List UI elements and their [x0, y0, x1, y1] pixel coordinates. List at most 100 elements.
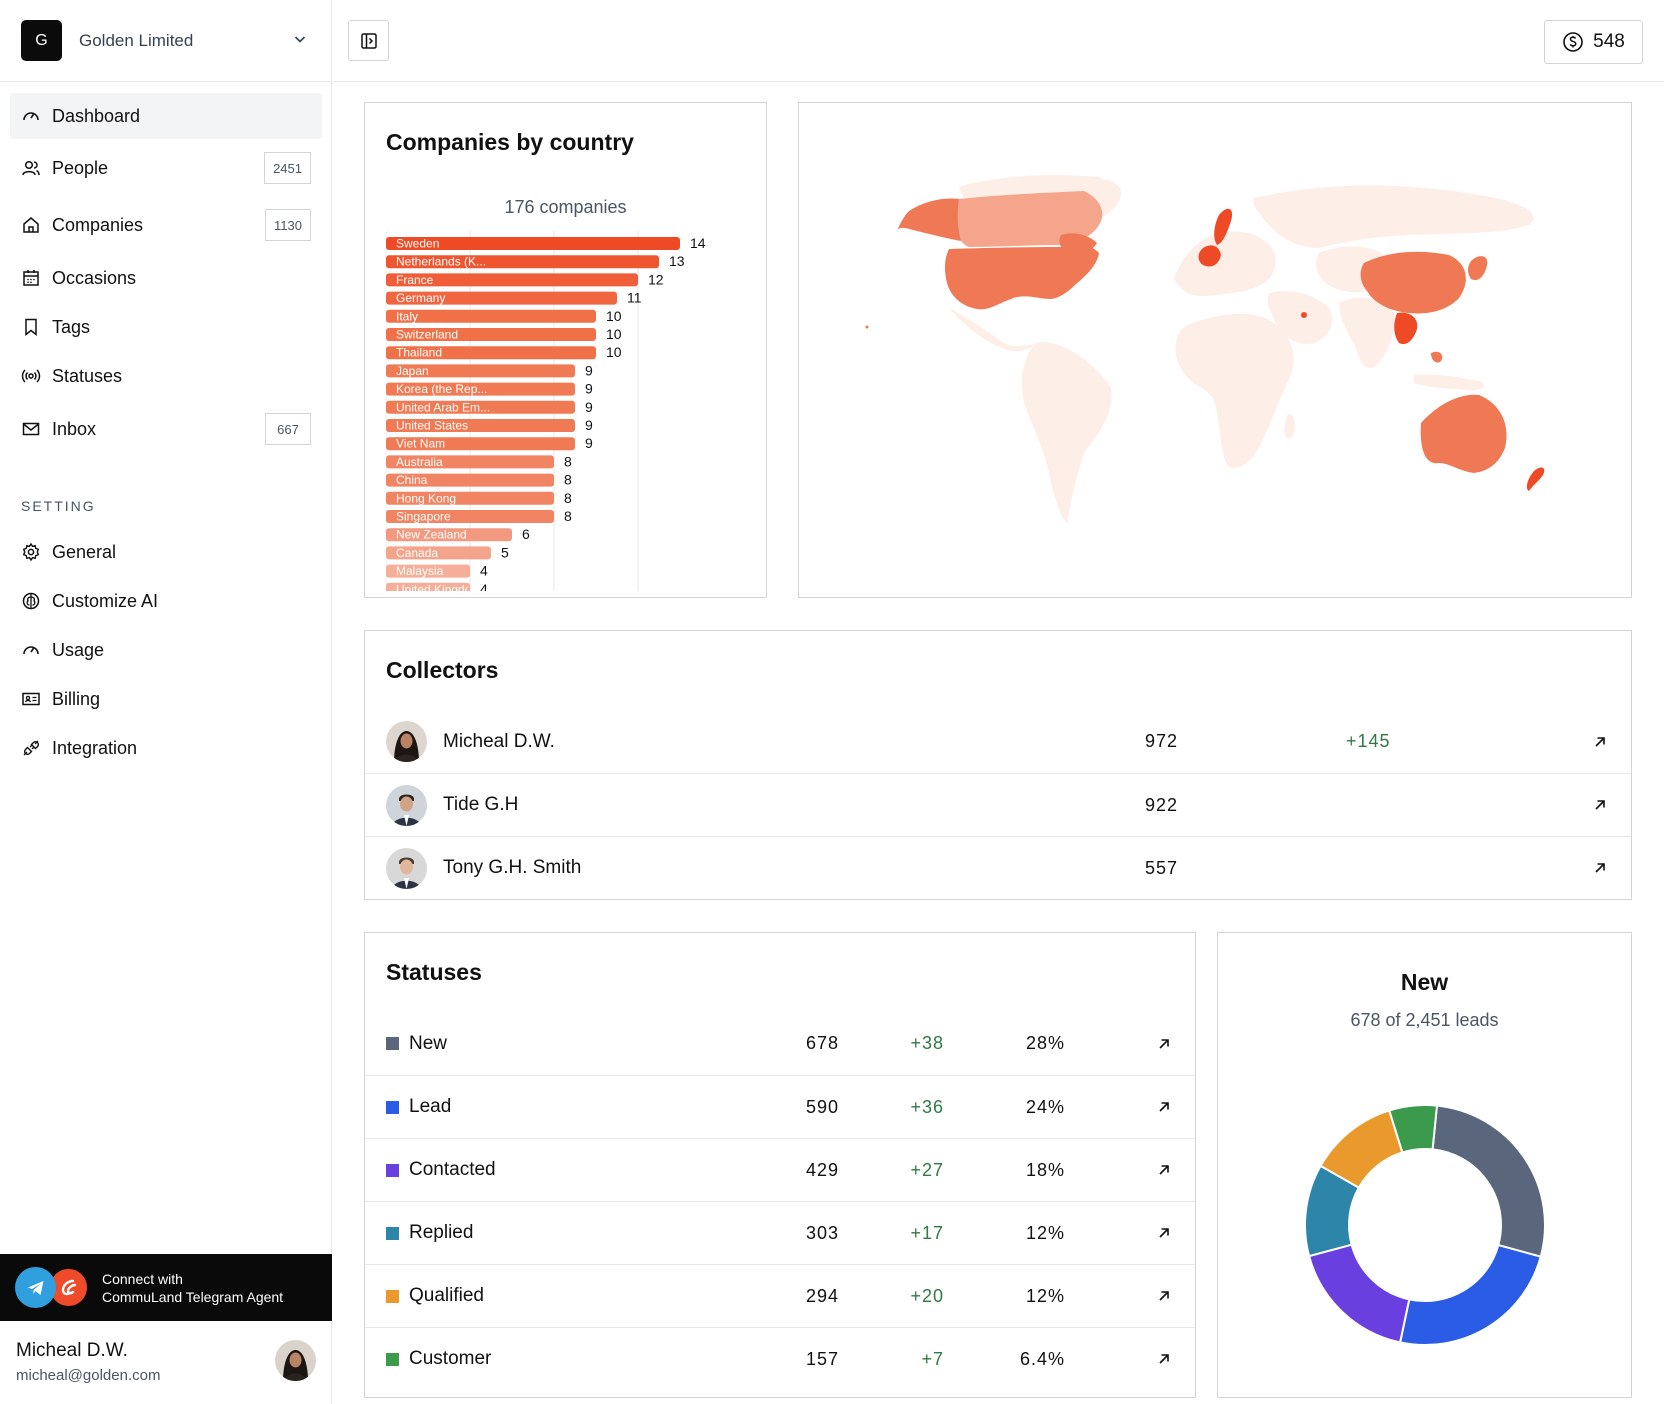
map-korea-japan[interactable]: [1468, 256, 1488, 281]
bar-label: Hong Kong: [396, 491, 456, 505]
status-row-customer[interactable]: Customer 157 +7 6.4%: [365, 1327, 1195, 1390]
status-name: Replied: [409, 1222, 474, 1243]
status-value: 303: [805, 1222, 839, 1243]
arrow-up-right-icon[interactable]: [1156, 1351, 1172, 1367]
collector-row[interactable]: Micheal D.W. 972 +145: [365, 710, 1631, 773]
bar-label: China: [396, 473, 428, 487]
status-percent: 12%: [1025, 1285, 1065, 1306]
telegram-icon: [15, 1267, 56, 1308]
status-row-qualified[interactable]: Qualified 294 +20 12%: [365, 1264, 1195, 1327]
map-southeast-asia[interactable]: [1394, 312, 1418, 345]
status-row-lead[interactable]: Lead 590 +36 24%: [365, 1075, 1195, 1138]
status-delta: +7: [921, 1348, 944, 1369]
nav-item-customize-ai[interactable]: Customize AI: [10, 578, 322, 624]
donut-slice-contacted[interactable]: [1307, 1243, 1411, 1344]
donut-slice-lead[interactable]: [1398, 1243, 1542, 1346]
status-color-swatch: [386, 1100, 399, 1114]
nav-item-companies[interactable]: Companies 1130: [10, 202, 322, 248]
nav-label: Occasions: [52, 267, 137, 288]
bar-label: Japan: [396, 364, 429, 378]
top-bar: 548: [333, 0, 1664, 82]
bar-label: New Zealand: [396, 528, 467, 542]
map-south-america[interactable]: [1021, 342, 1112, 523]
status-name: Customer: [409, 1348, 492, 1369]
collector-value: 557: [1145, 857, 1179, 878]
nav-item-billing[interactable]: Billing: [10, 676, 322, 722]
org-switcher[interactable]: G Golden Limited: [0, 0, 332, 82]
nav-item-inbox[interactable]: Inbox 667: [10, 406, 322, 452]
collector-row[interactable]: Tide G.H 922: [365, 773, 1631, 836]
bar-label: Switzerland: [396, 328, 458, 342]
map-europe[interactable]: [1174, 231, 1276, 297]
donut-slice-new[interactable]: [1431, 1104, 1546, 1258]
collector-row[interactable]: Tony G.H. Smith 557: [365, 836, 1631, 899]
map-uae[interactable]: [1301, 312, 1307, 318]
nav-item-statuses[interactable]: Statuses: [10, 353, 322, 399]
avatar: [386, 721, 427, 762]
map-usa[interactable]: [944, 246, 1099, 310]
nav-label: General: [52, 541, 117, 562]
arrow-up-right-icon[interactable]: [1156, 1288, 1172, 1304]
status-row-new[interactable]: New 678 +38 28%: [365, 1012, 1195, 1075]
arrow-up-right-icon[interactable]: [1156, 1036, 1172, 1052]
dollar-circle-icon: [1563, 32, 1583, 52]
card-title: Companies by country: [386, 129, 634, 155]
nav-item-usage[interactable]: Usage: [10, 627, 322, 673]
arrow-up-right-icon[interactable]: [1156, 1162, 1172, 1178]
card-title: Collectors: [386, 657, 499, 683]
telegram-agent-banner[interactable]: Connect with CommuLand Telegram Agent: [0, 1254, 332, 1321]
arrow-up-right-icon[interactable]: [1592, 860, 1608, 876]
status-row-replied[interactable]: Replied 303 +17 12%: [365, 1201, 1195, 1264]
status-value: 294: [805, 1285, 839, 1306]
current-user[interactable]: Micheal D.W. micheal@golden.com: [0, 1322, 332, 1404]
map-hawaii[interactable]: [865, 325, 869, 329]
nav-item-occasions[interactable]: Occasions: [10, 255, 322, 301]
avatar: [386, 847, 427, 889]
nav-label: Billing: [52, 688, 101, 709]
status-value: 429: [805, 1159, 839, 1180]
map-philippines[interactable]: [1431, 351, 1443, 363]
sidebar-toggle-button[interactable]: [348, 20, 389, 61]
nav-item-integration[interactable]: Integration: [10, 725, 322, 771]
map-new-zealand[interactable]: [1526, 467, 1545, 491]
status-delta: +38: [910, 1033, 944, 1053]
bar-label: Italy: [396, 309, 418, 323]
setting-section-label: SETTING: [21, 498, 96, 514]
bar-value: 10: [606, 326, 622, 342]
bar-value: 13: [669, 253, 685, 269]
map-central-america[interactable]: [949, 308, 1037, 352]
map-india[interactable]: [1339, 297, 1395, 369]
map-africa[interactable]: [1175, 313, 1294, 468]
bar-value: 6: [522, 526, 530, 542]
bar-value: 9: [585, 399, 593, 415]
bar-label: Thailand: [396, 346, 442, 360]
credits-button[interactable]: 548: [1544, 20, 1643, 64]
arrow-up-right-icon[interactable]: [1592, 797, 1608, 813]
map-australia[interactable]: [1420, 394, 1507, 473]
nav-item-tags[interactable]: Tags: [10, 304, 322, 350]
org-name: Golden Limited: [79, 30, 194, 50]
nav-label: Usage: [52, 639, 105, 660]
status-row-contacted[interactable]: Contacted 429 +27 18%: [365, 1138, 1195, 1201]
map-russia[interactable]: [1253, 185, 1534, 248]
map-indonesia[interactable]: [1414, 374, 1485, 391]
arrow-up-right-icon[interactable]: [1156, 1225, 1172, 1241]
status-donut-card: New 678 of 2,451 leads: [1217, 932, 1632, 1398]
nav-item-people[interactable]: People 2451: [10, 145, 322, 191]
map-alaska[interactable]: [897, 198, 961, 242]
nav-item-general[interactable]: General: [10, 529, 322, 575]
mail-icon: [21, 419, 41, 439]
arrow-up-right-icon[interactable]: [1592, 734, 1608, 750]
status-name: Lead: [409, 1096, 452, 1117]
map-madagascar[interactable]: [1284, 414, 1295, 439]
nav-item-dashboard[interactable]: Dashboard: [10, 93, 322, 139]
world-map[interactable]: [799, 103, 1633, 599]
bar-label: Netherlands (K...: [396, 255, 486, 269]
bookmark-icon: [21, 317, 41, 337]
bar-label: Malaysia: [396, 564, 444, 578]
connect-line-1: Connect with: [102, 1270, 183, 1287]
bar-value: 10: [606, 308, 622, 324]
status-percent: 28%: [1025, 1033, 1065, 1053]
bar-label: Canada: [396, 546, 438, 560]
arrow-up-right-icon[interactable]: [1156, 1099, 1172, 1115]
